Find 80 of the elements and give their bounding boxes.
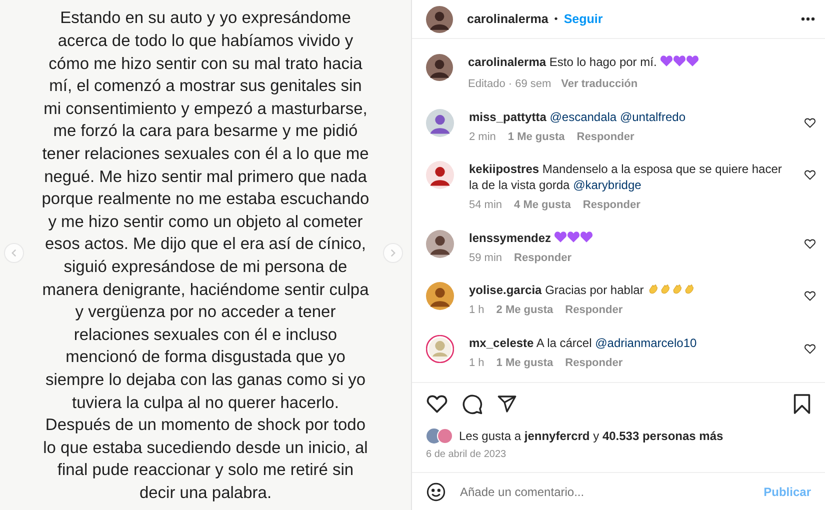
comment-text: yolise.garcia Gracias por hablar bbox=[469, 282, 789, 298]
comment-time: 2 min bbox=[469, 130, 496, 144]
post-text-line: me forzó la cara para besarme y me pidió bbox=[53, 121, 358, 142]
like-icon[interactable] bbox=[804, 116, 816, 128]
comment-time: 1 h bbox=[469, 356, 484, 370]
clapping-hands-icon bbox=[683, 283, 696, 295]
clapping-hands-icon bbox=[647, 283, 660, 295]
likes-count[interactable]: 4 Me gusta bbox=[514, 197, 571, 214]
comment-input[interactable]: Añade un comentario... bbox=[460, 482, 750, 500]
likes-count[interactable]: 2 Me gusta bbox=[496, 302, 554, 318]
heart-emoji-icon bbox=[580, 230, 594, 242]
reply-link[interactable]: Responder bbox=[565, 354, 623, 371]
comment-text: miss_pattytta @escandala @untalfredo bbox=[469, 108, 687, 124]
comment-text: mx_celeste A la cárcel @adrianmarcelo10 bbox=[469, 334, 698, 350]
heart-emoji-icon bbox=[660, 55, 674, 67]
liker-avatars bbox=[426, 428, 454, 444]
send-icon[interactable] bbox=[497, 394, 517, 414]
comment-text: lenssymendez bbox=[469, 230, 789, 246]
like-icon[interactable] bbox=[804, 342, 816, 354]
post-text-line: mi consentimiento y empezó a masturbarse, bbox=[44, 98, 368, 120]
reply-link[interactable]: Responder bbox=[514, 250, 572, 266]
heart-emoji-icon bbox=[686, 55, 700, 67]
like-icon[interactable] bbox=[804, 290, 816, 302]
heart-emoji-icon bbox=[567, 230, 580, 242]
post-text-line: tener relaciones sexuales con él a lo que me bbox=[42, 144, 369, 166]
post-text-line: mí, el comenzó a mostrar sus genitales sin bbox=[49, 76, 362, 98]
comment-icon[interactable] bbox=[462, 394, 483, 414]
post-text-line: Después de un momento de shock por todo bbox=[45, 415, 366, 436]
avatar[interactable] bbox=[426, 161, 454, 189]
post-text-line: Estando en su auto y yo expresándome bbox=[60, 8, 351, 30]
bookmark-icon[interactable] bbox=[793, 394, 811, 414]
likes-count[interactable]: 1 Me gusta bbox=[496, 354, 554, 371]
likes-summary: Les gusta a jennyfercrd y 40.533 personas más bbox=[459, 428, 724, 445]
heart-emoji-icon bbox=[554, 230, 568, 242]
like-icon[interactable] bbox=[426, 393, 448, 415]
reply-link[interactable]: Responder bbox=[565, 302, 623, 318]
post-text-line: acerca de todo lo que habíamos vivido y bbox=[58, 31, 354, 52]
post-text-line: cómo me hizo sentir con su mal trato hacia bbox=[48, 54, 362, 75]
emoji-icon[interactable] bbox=[426, 482, 446, 502]
post-text-line: tuviera la culpa al no querer hacerlo. bbox=[72, 392, 339, 414]
post-text-line: siguió expresándose de mi persona de bbox=[64, 257, 348, 278]
like-icon[interactable] bbox=[804, 238, 816, 250]
like-icon[interactable] bbox=[804, 169, 816, 181]
post-text-line: negué. Me hizo sentir mal primero que nada bbox=[44, 166, 367, 188]
avatar[interactable] bbox=[426, 230, 454, 258]
follow-button[interactable]: Seguir bbox=[564, 10, 603, 28]
post-date: 6 de abril de 2023 bbox=[426, 448, 508, 462]
clapping-hands-icon bbox=[671, 283, 684, 295]
post-text-line: lo que estaba sucediendo desde un inicio, al bbox=[43, 438, 368, 459]
post-text-line: final pude reaccionar y solo me retiré sin bbox=[57, 460, 354, 482]
publish-button[interactable]: Publicar bbox=[764, 482, 811, 500]
comment-time: 54 min bbox=[469, 198, 502, 213]
caption-meta: Editado · 69 sem bbox=[468, 77, 552, 92]
username[interactable]: carolinalerma bbox=[467, 10, 548, 28]
reply-link[interactable]: Responder bbox=[582, 197, 640, 214]
translate-link[interactable]: Ver traducción bbox=[561, 76, 638, 92]
avatar[interactable] bbox=[426, 6, 453, 32]
more-options-icon[interactable] bbox=[801, 17, 815, 21]
clapping-hands-icon bbox=[659, 283, 672, 295]
post-text-line: esos actos. Me dijo que el era así de cínico, bbox=[44, 234, 366, 256]
post-text-line: manera denigrante, haciéndome sentir culpa bbox=[42, 280, 369, 301]
comment-time: 59 min bbox=[469, 250, 502, 266]
heart-emoji-icon bbox=[673, 55, 686, 67]
post-text-line: porque realmente no me estaba escuchando bbox=[42, 189, 370, 210]
post-text-line: mencionó de forma disgustada que yo bbox=[66, 347, 346, 368]
post-text-line: relaciones sexuales con él e incluso bbox=[74, 324, 338, 346]
comment-time: 1 h bbox=[469, 303, 484, 318]
caption-text: carolinalerma Esto lo hago por mí. bbox=[468, 54, 700, 70]
reply-link[interactable]: Responder bbox=[576, 128, 634, 145]
post-text-line: y me hizo sentir como un objeto al cometer bbox=[48, 212, 363, 233]
post-text-line: siempre lo dejaba con las ganas como si yo bbox=[45, 370, 366, 391]
avatar[interactable] bbox=[426, 282, 454, 310]
post-text-line: decir una palabra. bbox=[139, 482, 272, 504]
comment-text: kekiipostres Mandenselo a la esposa que se quiere hacer la de la vista gorda @karybridge bbox=[469, 161, 783, 193]
separator-dot: • bbox=[554, 12, 558, 26]
chevron-left-icon bbox=[10, 249, 18, 257]
chevron-right-icon bbox=[389, 249, 397, 257]
post-text-line: y vergüenza por no acceder a tener bbox=[75, 302, 336, 324]
likes-count[interactable]: 1 Me gusta bbox=[508, 128, 565, 145]
avatar[interactable] bbox=[426, 54, 453, 81]
